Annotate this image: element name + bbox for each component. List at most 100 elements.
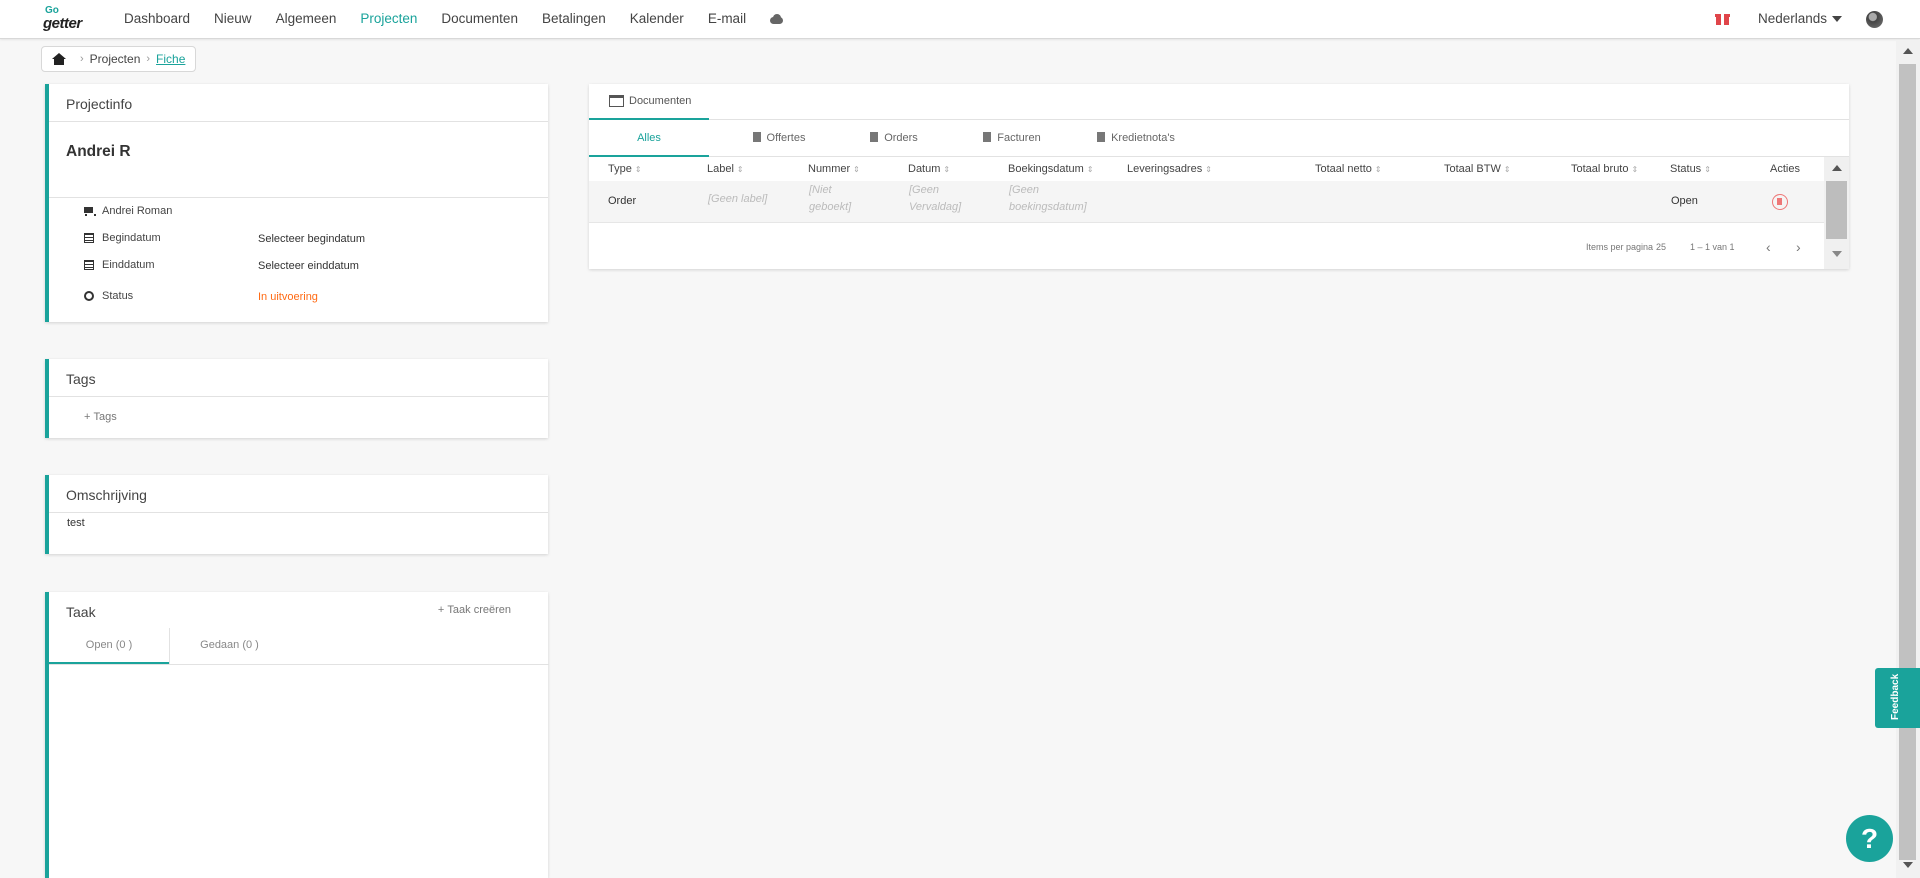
home-icon[interactable] <box>52 53 66 65</box>
start-date-value[interactable]: Selecteer begindatum <box>258 233 365 245</box>
filter-alles[interactable]: Alles <box>589 120 709 157</box>
nav-kalender[interactable]: Kalender <box>630 11 684 26</box>
logo-text-top: Go <box>45 5 59 16</box>
gift-icon[interactable] <box>1715 11 1730 26</box>
scroll-down-icon[interactable] <box>1832 251 1842 257</box>
customer-row[interactable]: Andrei Roman <box>84 205 172 217</box>
filter-facturen-label: Facturen <box>997 132 1041 144</box>
customer-name: Andrei Roman <box>102 205 173 217</box>
help-button[interactable]: ? <box>1846 815 1893 862</box>
scroll-up-icon[interactable] <box>1903 48 1913 54</box>
quote-icon <box>752 132 761 142</box>
order-icon <box>870 132 879 142</box>
scroll-thumb[interactable] <box>1826 181 1847 239</box>
row-boekingsdatum: [Geen boekingsdatum] <box>1009 184 1087 213</box>
nav-email[interactable]: E-mail <box>708 11 746 26</box>
column-leveringsadres[interactable]: Leveringsadres ⇕ <box>1127 163 1212 175</box>
row-datum: [Geen Vervaldag] <box>909 184 962 213</box>
add-tag-label: Tags <box>93 411 117 423</box>
projectinfo-title: Projectinfo <box>49 84 548 122</box>
calendar-icon <box>84 260 94 270</box>
tags-title: Tags <box>49 359 548 397</box>
row-type: Order <box>608 195 637 207</box>
items-per-page-select[interactable]: 25 <box>1656 242 1666 252</box>
sort-icon: ⇕ <box>736 165 744 174</box>
nav-nieuw[interactable]: Nieuw <box>214 11 252 26</box>
status-value[interactable]: In uitvoering <box>258 291 318 303</box>
feedback-button[interactable]: Feedback <box>1875 668 1920 728</box>
calendar-icon <box>84 233 94 243</box>
column-totaal-netto[interactable]: Totaal netto ⇕ <box>1315 163 1382 175</box>
description-title: Omschrijving <box>49 475 548 513</box>
create-task-button[interactable]: + Taak creëren <box>438 604 511 616</box>
items-per-page-label: Items per pagina <box>1586 242 1654 252</box>
scroll-thumb[interactable] <box>1899 64 1916 860</box>
task-tabs: Open (0 ) Gedaan (0 ) <box>49 628 549 665</box>
language-dropdown[interactable]: Nederlands <box>1758 11 1843 26</box>
sort-icon: ⇕ <box>1086 165 1094 174</box>
documents-tabbar: Documenten <box>589 84 1849 120</box>
column-totaal-btw[interactable]: Totaal BTW ⇕ <box>1444 163 1511 175</box>
end-date-label: Einddatum <box>102 259 155 271</box>
start-date-row: Begindatum <box>84 232 161 244</box>
end-date-value[interactable]: Selecteer einddatum <box>258 260 359 272</box>
table-row[interactable]: Order [Geen label] [Niet geboekt] [Geen … <box>589 181 1824 223</box>
column-nummer[interactable]: Nummer ⇕ <box>808 163 860 175</box>
scroll-down-icon[interactable] <box>1903 862 1913 868</box>
tab-open[interactable]: Open (0 ) <box>49 628 169 664</box>
plus-icon: + <box>437 604 448 616</box>
previous-page-icon[interactable]: ‹ <box>1766 239 1771 255</box>
sort-icon: ⇕ <box>1374 165 1382 174</box>
row-status: Open <box>1671 195 1698 207</box>
tab-gedaan[interactable]: Gedaan (0 ) <box>169 628 289 664</box>
sort-icon: ⇕ <box>1704 165 1711 174</box>
description-text[interactable]: test <box>67 517 85 529</box>
scroll-up-icon[interactable] <box>1832 165 1842 171</box>
column-status[interactable]: Status ⇕ <box>1670 163 1711 175</box>
cloud-icon[interactable] <box>768 13 785 25</box>
task-card: Taak + Taak creëren Open (0 ) Gedaan (0 … <box>45 592 549 878</box>
breadcrumb-fiche[interactable]: Fiche <box>156 52 185 66</box>
column-type[interactable]: Type ⇕ <box>608 163 642 175</box>
sort-icon: ⇕ <box>1503 165 1511 174</box>
filter-facturen[interactable]: Facturen <box>977 120 1047 157</box>
trash-icon[interactable] <box>1772 194 1788 210</box>
credit-note-icon <box>1097 132 1106 142</box>
page-scrollbar[interactable] <box>1896 40 1920 878</box>
column-boekingsdatum[interactable]: Boekingsdatum ⇕ <box>1008 163 1094 175</box>
column-label[interactable]: Label ⇕ <box>707 163 744 175</box>
sort-icon: ⇕ <box>634 165 642 174</box>
chevron-right-icon: › <box>146 53 151 65</box>
filter-kredietnotas-label: Kredietnota's <box>1111 132 1175 144</box>
table-scrollbar[interactable] <box>1824 157 1849 269</box>
filter-offertes[interactable]: Offertes <box>739 120 819 157</box>
nav-documenten[interactable]: Documenten <box>441 11 518 26</box>
column-totaal-bruto[interactable]: Totaal bruto ⇕ <box>1571 163 1638 175</box>
breadcrumb-projecten[interactable]: Projecten <box>90 52 141 66</box>
cart-icon <box>84 206 96 216</box>
feedback-label: Feedback <box>1890 673 1901 720</box>
sort-icon: ⇕ <box>853 165 860 174</box>
project-name[interactable]: Andrei R <box>49 122 548 198</box>
status-row: Status <box>84 290 133 302</box>
user-avatar[interactable] <box>1866 11 1883 28</box>
invoice-icon <box>983 132 992 142</box>
next-page-icon[interactable]: › <box>1796 239 1801 255</box>
gogetter-logo[interactable]: Go getter <box>43 5 82 32</box>
sort-icon: ⇕ <box>943 165 951 174</box>
nav-algemeen[interactable]: Algemeen <box>276 11 337 26</box>
add-tag-button[interactable]: + Tags <box>84 411 117 423</box>
tab-documenten[interactable]: Documenten <box>589 84 709 120</box>
row-nummer: [Niet geboekt] <box>809 184 852 213</box>
filter-kredietnotas[interactable]: Kredietnota's <box>1091 120 1181 157</box>
nav-dashboard[interactable]: Dashboard <box>124 11 190 26</box>
filter-orders[interactable]: Orders <box>859 120 929 157</box>
nav-betalingen[interactable]: Betalingen <box>542 11 606 26</box>
status-label: Status <box>102 290 134 302</box>
column-datum[interactable]: Datum ⇕ <box>908 163 950 175</box>
filter-offertes-label: Offertes <box>766 132 806 144</box>
table-footer: Items per pagina 25 1 – 1 van 1 ‹ › <box>589 224 1824 269</box>
language-label: Nederlands <box>1758 11 1828 26</box>
nav-projecten[interactable]: Projecten <box>360 11 417 26</box>
top-navbar: Go getter Dashboard Nieuw Algemeen Proje… <box>0 0 1920 39</box>
